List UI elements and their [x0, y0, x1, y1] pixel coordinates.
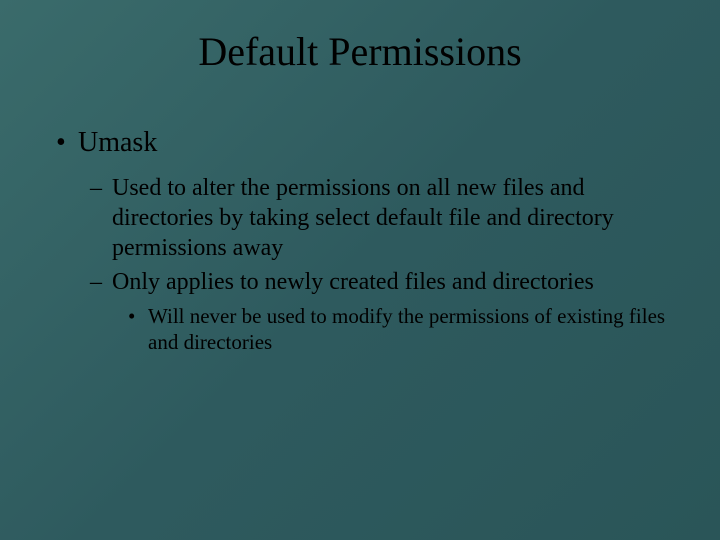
slide: Default Permissions Umask Used to alter …	[0, 0, 720, 540]
bullet-level1: Umask	[50, 127, 670, 159]
bullet-level3: Will never be used to modify the permiss…	[50, 303, 670, 356]
bullet-level2: Used to alter the permissions on all new…	[50, 173, 670, 263]
bullet-level2: Only applies to newly created files and …	[50, 267, 670, 297]
slide-title: Default Permissions	[50, 28, 670, 75]
